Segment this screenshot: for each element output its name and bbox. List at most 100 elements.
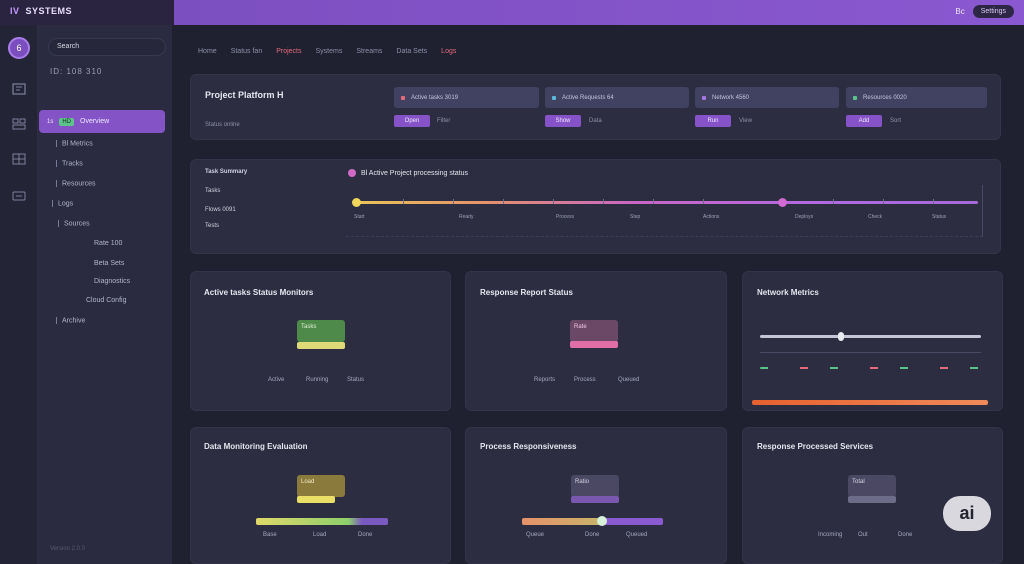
dashboard-icon[interactable]: [12, 83, 26, 95]
tree-line: [56, 160, 57, 167]
nav-item-diagnostics[interactable]: Diagnostics: [94, 278, 130, 285]
app-logo[interactable]: 6: [8, 37, 30, 59]
widget-chip-label: Ratio: [575, 479, 590, 485]
nav-item-sources[interactable]: Sources: [58, 220, 90, 227]
widget-label: Process: [574, 377, 596, 383]
stat-network[interactable]: Network 4560: [695, 87, 839, 108]
timeline-playhead[interactable]: [778, 198, 787, 207]
tab-home[interactable]: Home: [198, 48, 217, 55]
nav-item-label: Overview: [80, 118, 110, 125]
widget-label: Queued: [626, 532, 648, 538]
widget-label: Done: [358, 532, 373, 538]
nav-item-rate[interactable]: Rate 100: [94, 240, 122, 247]
stat-resources[interactable]: Resources 0020: [846, 87, 987, 108]
pill-text: Sort: [890, 118, 902, 124]
nav-item-label: Resources: [62, 180, 96, 188]
widget-chip-label: Tasks: [301, 324, 317, 330]
nav-item-archive[interactable]: Archive: [56, 317, 85, 324]
widget-title: Response Processed Services: [757, 442, 874, 451]
pill-text: Data: [589, 118, 602, 124]
nav-subtitle: ID: 108 310: [50, 67, 103, 76]
pill-text: Filter: [437, 118, 451, 124]
widget-title: Active tasks Status Monitors: [204, 288, 314, 297]
timeline-start-handle[interactable]: [352, 198, 361, 207]
widget-label: Queued: [618, 377, 640, 383]
widget-bar: [570, 341, 618, 348]
nav-item-overview[interactable]: 1s HD Overview: [39, 110, 165, 133]
timeline-tick: [833, 199, 834, 204]
app-brand[interactable]: IV SYSTEMS: [10, 6, 72, 16]
timeline-tick-label: Start: [354, 214, 365, 220]
timeline-tick: [933, 199, 934, 204]
legend-text: Bl Active Project processing status: [361, 169, 468, 177]
timeline-tick: [453, 199, 454, 204]
widget-title: Data Monitoring Evaluation: [204, 442, 308, 451]
ai-assistant-button[interactable]: ai: [943, 496, 991, 531]
tab-projects[interactable]: Projects: [276, 48, 301, 55]
widget-progress[interactable]: [256, 518, 388, 525]
tab-streams[interactable]: Streams: [356, 48, 382, 55]
settings-button[interactable]: Settings: [972, 5, 1014, 18]
stat-active-tasks[interactable]: Active tasks 3019: [394, 87, 539, 108]
chat-icon[interactable]: [12, 190, 26, 202]
widget-label: Active: [268, 377, 285, 383]
nav-item-beta-sets[interactable]: Beta Sets: [94, 260, 124, 267]
timeline-tick-label: Check: [868, 214, 883, 220]
stat-label: Active tasks 3019: [411, 94, 459, 101]
timeline-legend: Bl Active Project processing status: [348, 169, 468, 177]
widget-marker[interactable]: [838, 332, 844, 341]
stat-label: Active Requests 64: [562, 94, 614, 101]
widget-label: Done: [585, 532, 600, 538]
tree-line: [58, 220, 59, 227]
status-dot: [702, 95, 706, 100]
widget-line: [760, 335, 981, 338]
top-bar-label[interactable]: Bc: [955, 7, 964, 16]
status-dot: [552, 95, 556, 100]
run-button[interactable]: Run: [695, 115, 731, 127]
nav-item-tag: HD: [59, 117, 75, 126]
timeline-tick-label: Step: [630, 214, 641, 220]
tab-systems[interactable]: Systems: [316, 48, 343, 55]
stat-label: Network 4560: [712, 94, 750, 101]
status-dot: [853, 95, 857, 100]
widget-progress[interactable]: [522, 518, 663, 525]
nav-item-tracks[interactable]: Tracks: [56, 160, 83, 167]
search-input[interactable]: Search: [48, 38, 166, 56]
nav-item-resources[interactable]: Resources: [56, 180, 95, 187]
timeline-frame: [346, 185, 983, 237]
nav-item-metrics[interactable]: Bl Metrics: [56, 140, 93, 147]
add-button[interactable]: Add: [846, 115, 882, 127]
nav-item-label: Tracks: [62, 160, 83, 168]
layers-icon[interactable]: [12, 118, 26, 130]
open-button[interactable]: Open: [394, 115, 430, 127]
widget-label: Out: [858, 532, 868, 538]
tree-line: [56, 140, 57, 147]
nav-item-cloud-config[interactable]: Cloud Config: [86, 297, 126, 304]
nav-footer: Version 2.0.0: [50, 546, 86, 552]
slider-handle[interactable]: [597, 516, 607, 526]
stat-requests[interactable]: Active Requests 64: [545, 87, 689, 108]
tab-data-sets[interactable]: Data Sets: [396, 48, 427, 55]
tree-line: [56, 180, 57, 187]
timeline-track: [356, 201, 978, 204]
tab-logs[interactable]: Logs: [441, 48, 456, 55]
tab-status[interactable]: Status fan: [231, 48, 263, 55]
tree-line: [52, 200, 53, 207]
icon-rail: 6: [0, 25, 38, 564]
nav-item-logs[interactable]: Logs: [52, 200, 73, 207]
widget-chip-label: Load: [301, 479, 315, 485]
timeline-label: Task Summary: [205, 169, 248, 175]
grid-icon[interactable]: [12, 153, 26, 165]
timeline-tick: [403, 199, 404, 204]
widget-label: Incoming: [818, 532, 843, 538]
nav-item-prefix: 1s: [47, 118, 54, 125]
widget-chip-label: Total: [852, 479, 865, 485]
widget-chip-label: Rate: [574, 324, 587, 330]
timeline-tick: [503, 199, 504, 204]
widget-line: [760, 367, 981, 369]
nav-item-label: Sources: [64, 220, 90, 228]
summary-card: Project Platform H Status online Active …: [190, 74, 1001, 140]
widget-bar: [297, 496, 335, 503]
show-button[interactable]: Show: [545, 115, 581, 127]
widget-title: Response Report Status: [480, 288, 573, 297]
